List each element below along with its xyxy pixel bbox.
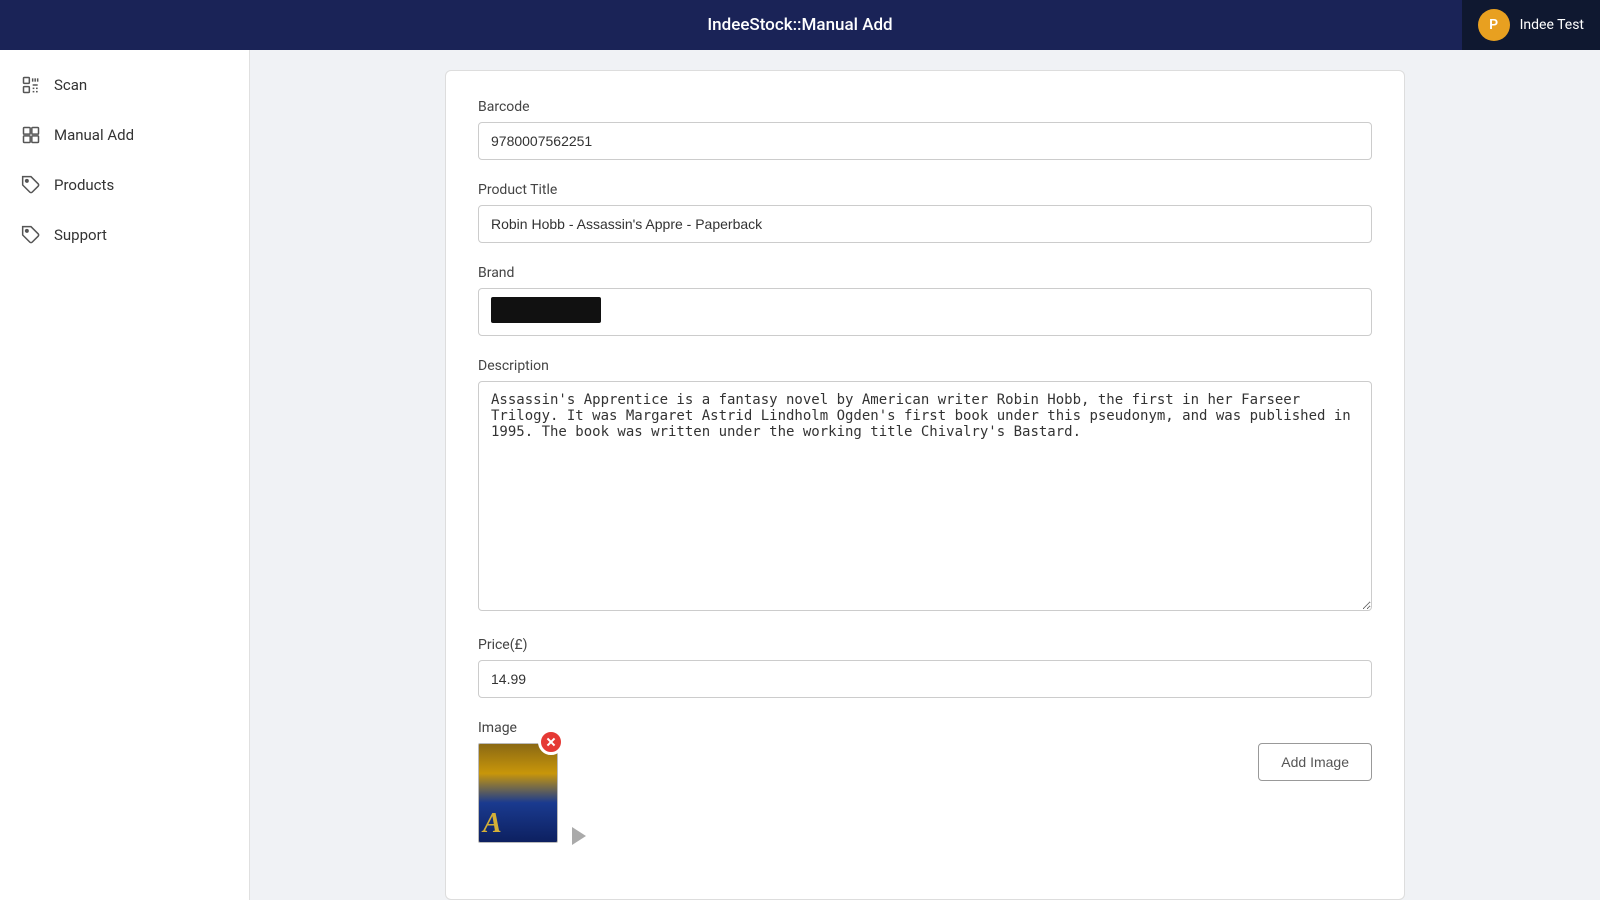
product-title-input[interactable] [478, 205, 1372, 243]
user-name: Indee Test [1520, 17, 1584, 33]
image-section: A Add Image [478, 743, 1372, 849]
sidebar-item-manual-add[interactable]: Manual Add [0, 110, 249, 160]
book-thumbnail: A [478, 743, 558, 843]
app-layout: Scan Manual Add Products [0, 50, 1600, 900]
add-image-button[interactable]: Add Image [1258, 743, 1372, 781]
sidebar-label-products: Products [54, 176, 114, 194]
sidebar-label-scan: Scan [54, 76, 87, 94]
image-label: Image [478, 720, 1372, 736]
barcode-input[interactable] [478, 122, 1372, 160]
description-label: Description [478, 358, 1372, 374]
sidebar: Scan Manual Add Products [0, 50, 250, 900]
price-label: Price(£) [478, 637, 1372, 653]
price-input[interactable] [478, 660, 1372, 698]
barcode-group: Barcode [478, 99, 1372, 160]
support-icon [20, 224, 42, 246]
brand-label: Brand [478, 265, 1372, 281]
grid-icon [20, 124, 42, 146]
play-button[interactable] [566, 823, 592, 849]
price-group: Price(£) [478, 637, 1372, 698]
barcode-label: Barcode [478, 99, 1372, 115]
image-group: Image A [478, 720, 1372, 849]
user-avatar: P [1478, 9, 1510, 41]
form-card: Barcode Product Title Brand Description … [445, 70, 1405, 900]
remove-image-button[interactable] [538, 729, 564, 755]
book-cover-art: A [479, 744, 557, 842]
app-title: IndeeStock::Manual Add [707, 15, 892, 35]
brand-group: Brand [478, 265, 1372, 336]
image-container: A [478, 743, 558, 843]
sidebar-item-scan[interactable]: Scan [0, 60, 249, 110]
scan-icon [20, 74, 42, 96]
main-content: Barcode Product Title Brand Description … [250, 50, 1600, 900]
product-title-label: Product Title [478, 182, 1372, 198]
sidebar-label-support: Support [54, 226, 107, 244]
description-textarea[interactable]: Assassin's Apprentice is a fantasy novel… [478, 381, 1372, 611]
brand-value-box [491, 297, 601, 323]
user-menu[interactable]: P Indee Test [1462, 0, 1600, 50]
sidebar-label-manual-add: Manual Add [54, 126, 134, 144]
sidebar-item-support[interactable]: Support [0, 210, 249, 260]
description-group: Description Assassin's Apprentice is a f… [478, 358, 1372, 615]
app-header: IndeeStock::Manual Add P Indee Test [0, 0, 1600, 50]
product-title-group: Product Title [478, 182, 1372, 243]
tag-icon [20, 174, 42, 196]
sidebar-item-products[interactable]: Products [0, 160, 249, 210]
book-cover-letter: A [483, 808, 502, 840]
image-preview-area: A [478, 743, 592, 849]
brand-input-wrapper[interactable] [478, 288, 1372, 336]
play-triangle-icon [572, 827, 586, 845]
